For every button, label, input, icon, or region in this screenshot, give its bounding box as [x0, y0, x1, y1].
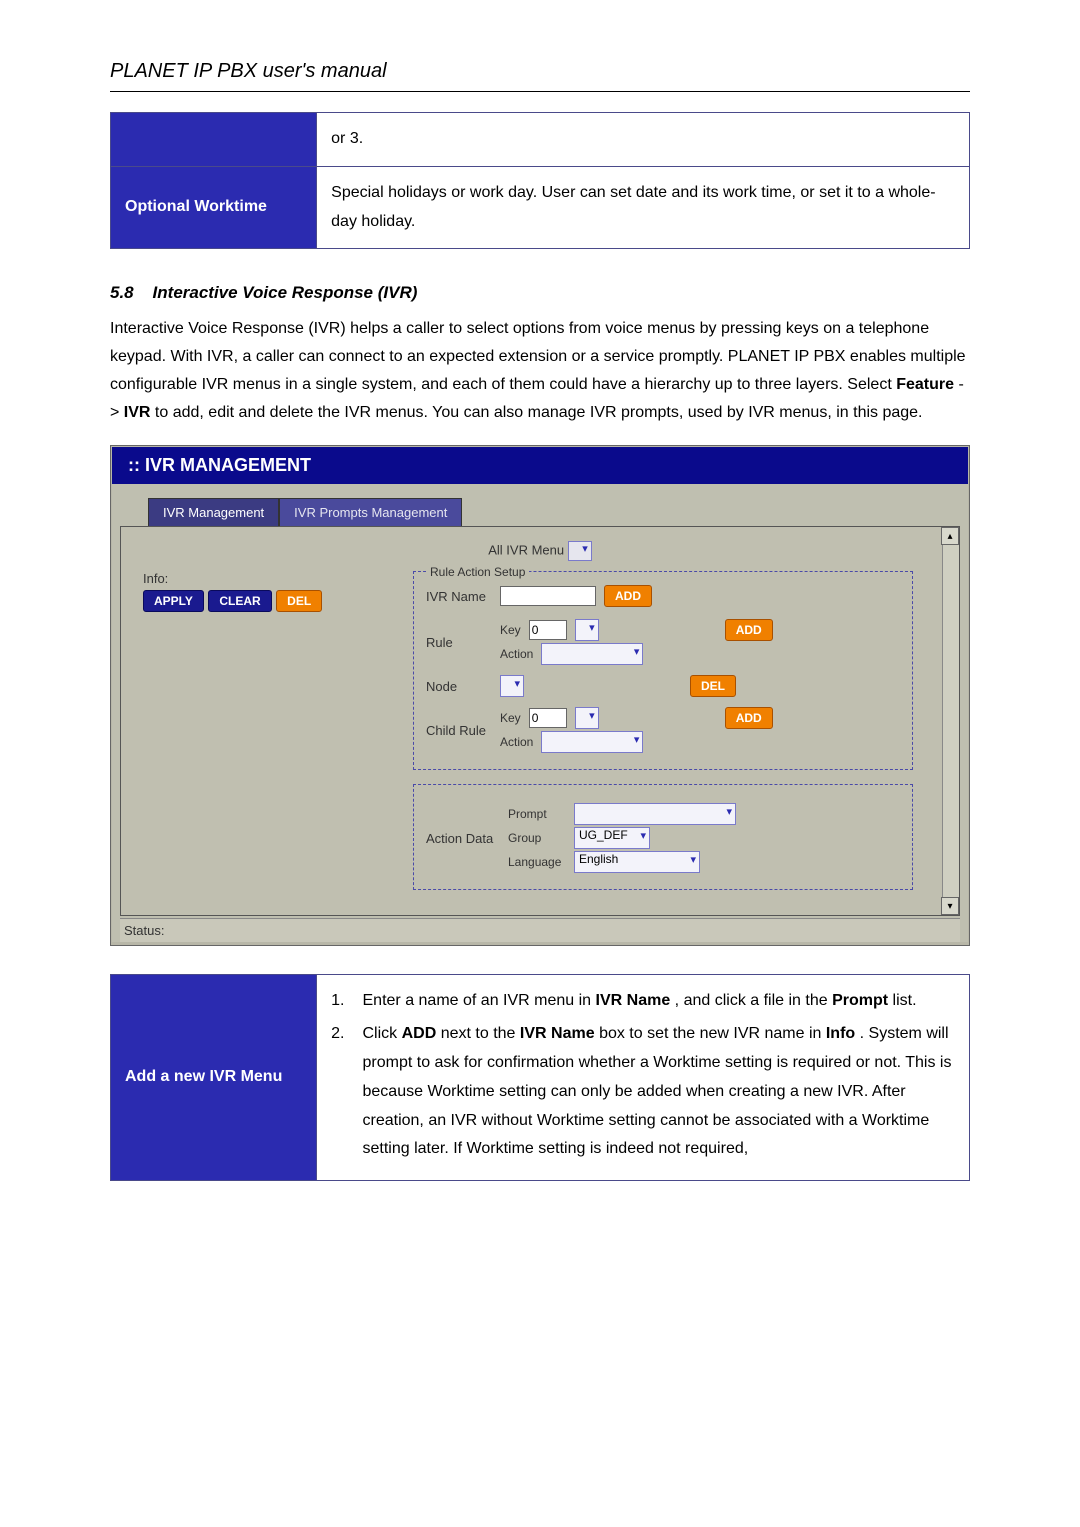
- del-button[interactable]: DEL: [276, 590, 322, 612]
- language-select[interactable]: English: [574, 851, 700, 873]
- text: next to the: [441, 1025, 520, 1042]
- all-ivr-menu-row: All IVR Menu: [143, 541, 937, 561]
- text: Click: [363, 1025, 402, 1042]
- bold-prompt: Prompt: [832, 992, 888, 1009]
- worktime-cell-1: or 3.: [317, 113, 970, 167]
- right-column: Rule Action Setup IVR Name ADD Rule Key: [413, 571, 913, 890]
- text: Enter a name of an IVR menu in: [363, 992, 596, 1009]
- screenshot-header: :: IVR MANAGEMENT: [112, 447, 968, 484]
- add-ivr-table: Add a new IVR Menu 1. Enter a name of an…: [110, 974, 970, 1181]
- bold-info: Info: [826, 1025, 855, 1042]
- scroll-down-icon[interactable]: ▾: [941, 897, 959, 915]
- para-text: to add, edit and delete the IVR menus. Y…: [155, 404, 923, 421]
- child-action-label: Action: [500, 735, 533, 749]
- section-paragraph: Interactive Voice Response (IVR) helps a…: [110, 315, 970, 427]
- child-key-label: Key: [500, 711, 521, 725]
- action-data-row: Action Data Prompt Group UG_DEF: [426, 801, 900, 875]
- action-data-label: Action Data: [426, 831, 500, 846]
- scroll-up-icon[interactable]: ▴: [941, 527, 959, 545]
- node-label: Node: [426, 679, 492, 694]
- para-bold-feature: Feature: [896, 376, 954, 393]
- section-heading: 5.8 Interactive Voice Response (IVR): [110, 283, 970, 303]
- tab-ivr-prompts-management[interactable]: IVR Prompts Management: [279, 498, 462, 526]
- step-1-text: Enter a name of an IVR menu in IVR Name …: [363, 987, 956, 1016]
- rule-key-label: Key: [500, 623, 521, 637]
- step-1: 1. Enter a name of an IVR menu in IVR Na…: [331, 987, 955, 1016]
- node-select[interactable]: [500, 675, 524, 697]
- all-ivr-menu-select[interactable]: [568, 541, 592, 561]
- ivr-name-add-button[interactable]: ADD: [604, 585, 652, 607]
- worktime-table: or 3. Optional Worktime Special holidays…: [110, 112, 970, 249]
- child-rule-row: Child Rule Key ADD Acti: [426, 705, 900, 755]
- rule-key-select[interactable]: [575, 619, 599, 641]
- node-row: Node DEL: [426, 675, 900, 697]
- rule-row: Rule Key ADD Action: [426, 617, 900, 667]
- para-text: Interactive Voice Response (IVR) helps a…: [110, 320, 966, 393]
- language-label: Language: [508, 855, 566, 869]
- node-del-button[interactable]: DEL: [690, 675, 736, 697]
- section-title: Interactive Voice Response (IVR): [153, 283, 418, 302]
- info-label: Info:: [143, 571, 393, 586]
- ivr-name-label: IVR Name: [426, 589, 492, 604]
- prompt-select[interactable]: [574, 803, 736, 825]
- rule-action-select[interactable]: [541, 643, 643, 665]
- add-ivr-header: Add a new IVR Menu: [111, 975, 317, 1181]
- optional-worktime-cell: Special holidays or work day. User can s…: [317, 166, 970, 249]
- rule-add-button[interactable]: ADD: [725, 619, 773, 641]
- child-rule-add-button[interactable]: ADD: [725, 707, 773, 729]
- child-action-select[interactable]: [541, 731, 643, 753]
- step-2-text: Click ADD next to the IVR Name box to se…: [363, 1020, 956, 1164]
- title-divider: [110, 91, 970, 92]
- panel-body: ▴ ▾ All IVR Menu Info: APPLY CLEAR DEL R…: [120, 526, 960, 916]
- apply-button[interactable]: APPLY: [143, 590, 204, 612]
- prompt-label: Prompt: [508, 807, 566, 821]
- text: box to set the new IVR name in: [599, 1025, 826, 1042]
- status-bar: Status:: [120, 918, 960, 942]
- child-key-input[interactable]: [529, 708, 567, 728]
- text: . System will prompt to ask for confirma…: [363, 1025, 952, 1157]
- optional-worktime-header: Optional Worktime: [111, 166, 317, 249]
- step-2-number: 2.: [331, 1020, 344, 1164]
- all-ivr-menu-label: All IVR Menu: [488, 543, 564, 558]
- child-rule-label: Child Rule: [426, 723, 492, 738]
- group-select[interactable]: UG_DEF: [574, 827, 650, 849]
- rule-action-fieldset: Rule Action Setup IVR Name ADD Rule Key: [413, 571, 913, 770]
- rule-label: Rule: [426, 635, 492, 650]
- fieldset-legend: Rule Action Setup: [426, 565, 529, 579]
- step-1-number: 1.: [331, 987, 344, 1016]
- bold-ivr-name: IVR Name: [596, 992, 671, 1009]
- add-ivr-body: 1. Enter a name of an IVR menu in IVR Na…: [317, 975, 970, 1181]
- text: , and click a file in the: [675, 992, 832, 1009]
- ivr-name-input[interactable]: [500, 586, 596, 606]
- child-key-select[interactable]: [575, 707, 599, 729]
- group-label: Group: [508, 831, 566, 845]
- step-2: 2. Click ADD next to the IVR Name box to…: [331, 1020, 955, 1164]
- text: list.: [893, 992, 917, 1009]
- rule-action-label: Action: [500, 647, 533, 661]
- ivr-name-row: IVR Name ADD: [426, 585, 900, 607]
- tab-ivr-management[interactable]: IVR Management: [148, 498, 279, 526]
- rule-key-input[interactable]: [529, 620, 567, 640]
- ivr-screenshot: :: IVR MANAGEMENT IVR Management IVR Pro…: [110, 445, 970, 946]
- tab-row: IVR Management IVR Prompts Management: [148, 498, 968, 526]
- para-bold-ivr: IVR: [124, 404, 151, 421]
- left-column: Info: APPLY CLEAR DEL: [143, 571, 393, 612]
- bold-add: ADD: [402, 1025, 437, 1042]
- action-data-fieldset: Action Data Prompt Group UG_DEF: [413, 784, 913, 890]
- clear-button[interactable]: CLEAR: [208, 590, 271, 612]
- doc-title: PLANET IP PBX user's manual: [110, 60, 970, 83]
- section-number: 5.8: [110, 283, 134, 302]
- worktime-blank-header: [111, 113, 317, 167]
- bold-ivr-name: IVR Name: [520, 1025, 595, 1042]
